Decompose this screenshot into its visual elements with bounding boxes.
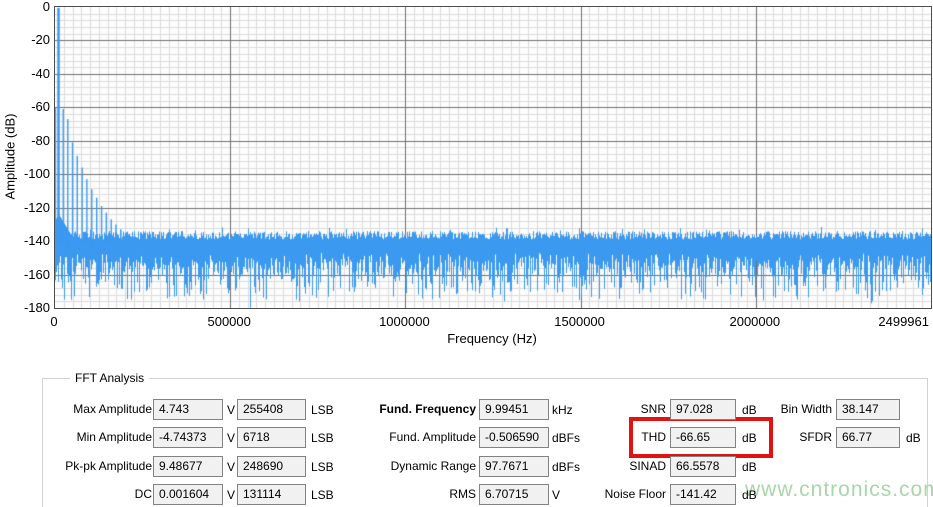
field-label: Bin Width: [0, 402, 832, 417]
unit-label: dB: [742, 460, 757, 475]
unit-label: dB: [742, 488, 757, 503]
value-field[interactable]: 66.77: [836, 427, 900, 448]
watermark-text: www.cntronics.com: [745, 478, 933, 502]
fft-analyzer-window: Amplitude (dB) Frequency (Hz) 0-20-40-60…: [0, 0, 933, 507]
value-field[interactable]: 38.147: [836, 399, 900, 420]
value-field[interactable]: -141.42: [670, 484, 736, 505]
fft-analysis-panel: FFT Analysis www.cntronics.com Max Ampli…: [0, 0, 933, 507]
value-field[interactable]: 66.5578: [670, 456, 736, 477]
field-label: Noise Floor: [0, 487, 666, 502]
panel-title: FFT Analysis: [70, 371, 149, 385]
field-label: SFDR: [0, 430, 832, 445]
unit-label: dB: [906, 431, 921, 446]
field-label: SINAD: [0, 459, 666, 474]
